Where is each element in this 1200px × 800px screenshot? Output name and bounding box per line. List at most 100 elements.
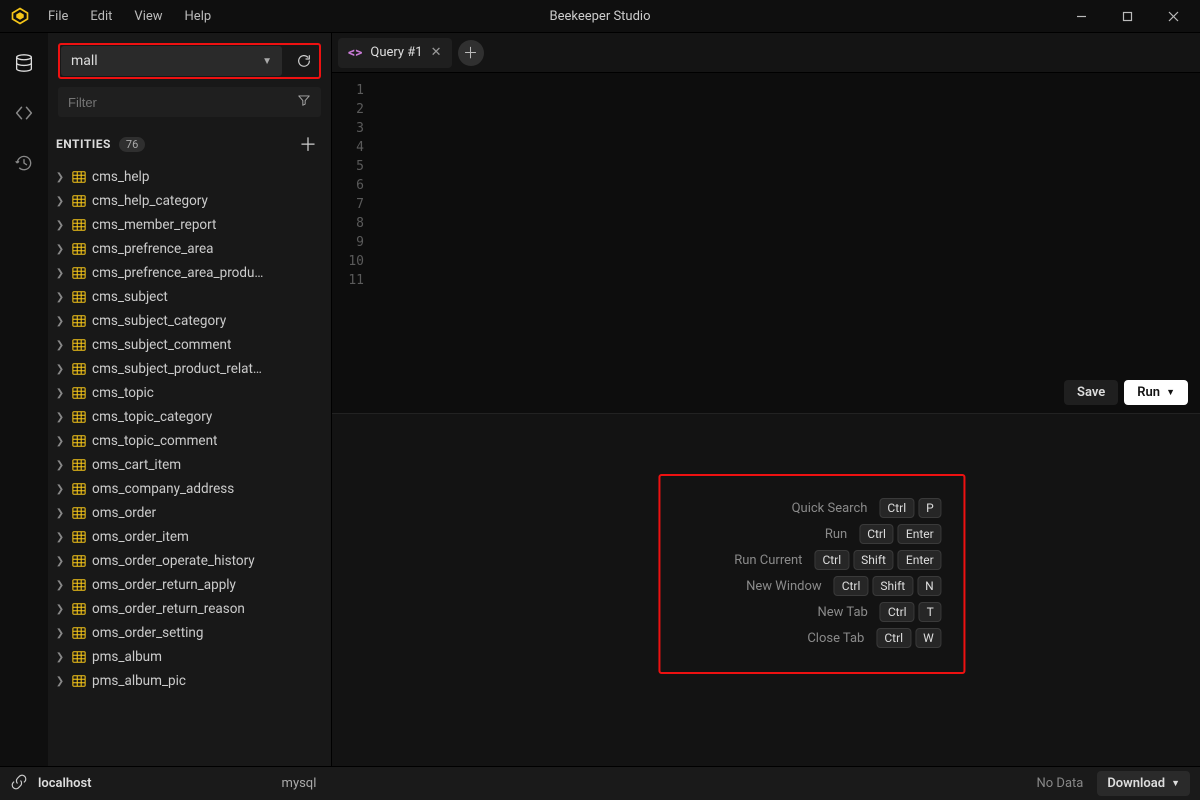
maximize-button[interactable] xyxy=(1104,0,1150,33)
entity-row[interactable]: ❯cms_topic_category xyxy=(48,405,331,429)
download-button[interactable]: Download ▼ xyxy=(1097,771,1190,796)
connection-icon xyxy=(10,773,28,795)
editor-body[interactable] xyxy=(372,73,1200,413)
chevron-right-icon: ❯ xyxy=(54,604,66,615)
filter-icon[interactable] xyxy=(297,93,311,111)
entity-label: cms_topic xyxy=(92,385,154,401)
sql-editor[interactable]: 1234567891011 Save Run ▼ xyxy=(332,73,1200,413)
entity-row[interactable]: ❯pms_album xyxy=(48,645,331,669)
new-tab-button[interactable]: ＋ xyxy=(458,40,484,66)
entity-label: oms_order_return_apply xyxy=(92,577,236,593)
add-entity-button[interactable]: ＋ xyxy=(299,131,317,157)
entity-label: cms_help xyxy=(92,169,149,185)
entity-row[interactable]: ❯oms_order_item xyxy=(48,525,331,549)
shortcut-keys: CtrlP xyxy=(879,498,941,518)
table-icon xyxy=(72,482,86,496)
save-button[interactable]: Save xyxy=(1064,380,1118,405)
entities-count: 76 xyxy=(119,137,145,152)
table-icon xyxy=(72,458,86,472)
chevron-right-icon: ❯ xyxy=(54,292,66,303)
table-icon xyxy=(72,218,86,232)
entity-row[interactable]: ❯oms_order_setting xyxy=(48,621,331,645)
key: N xyxy=(917,576,942,596)
menu-help[interactable]: Help xyxy=(175,5,222,28)
entity-row[interactable]: ❯cms_member_report xyxy=(48,213,331,237)
table-icon xyxy=(72,362,86,376)
minimize-button[interactable] xyxy=(1058,0,1104,33)
key: P xyxy=(918,498,942,518)
chevron-right-icon: ❯ xyxy=(54,460,66,471)
entity-row[interactable]: ❯ cms_help xyxy=(48,165,331,189)
activity-bar xyxy=(0,33,48,766)
app-logo xyxy=(8,4,32,28)
nav-queries-icon[interactable] xyxy=(10,99,38,127)
close-tab-icon[interactable]: ✕ xyxy=(431,45,442,60)
shortcut-name: New Window xyxy=(702,579,822,594)
shortcut-keys: CtrlEnter xyxy=(859,524,942,544)
entity-row[interactable]: ❯cms_topic xyxy=(48,381,331,405)
entity-label: oms_order_return_reason xyxy=(92,601,245,617)
table-icon xyxy=(72,578,86,592)
entity-row[interactable]: ❯cms_help_category xyxy=(48,189,331,213)
shortcut-row: Close TabCtrlW xyxy=(682,628,941,648)
shortcut-keys: CtrlShiftEnter xyxy=(814,550,941,570)
entities-header: ENTITIES 76 ＋ xyxy=(48,117,331,165)
entity-row[interactable]: ❯cms_subject_product_relat… xyxy=(48,357,331,381)
entity-row[interactable]: ❯cms_prefrence_area_produ… xyxy=(48,261,331,285)
nav-tables-icon[interactable] xyxy=(10,49,38,77)
entity-row[interactable]: ❯pms_album_pic xyxy=(48,669,331,693)
entity-label: pms_album_pic xyxy=(92,673,186,689)
close-button[interactable] xyxy=(1150,0,1196,33)
chevron-right-icon: ❯ xyxy=(54,652,66,663)
chevron-right-icon: ❯ xyxy=(54,628,66,639)
menu-view[interactable]: View xyxy=(124,5,172,28)
run-label: Run xyxy=(1137,385,1160,400)
chevron-right-icon: ❯ xyxy=(54,364,66,375)
entity-row[interactable]: ❯ oms_order_return_reason xyxy=(48,597,331,621)
entity-row[interactable]: ❯ cms_subject xyxy=(48,285,331,309)
database-select[interactable]: mall ▼ xyxy=(61,46,282,76)
chevron-right-icon: ❯ xyxy=(54,436,66,447)
key: Ctrl xyxy=(834,576,869,596)
entity-label: oms_order xyxy=(92,505,156,521)
menu-file[interactable]: File xyxy=(38,5,78,28)
key: Ctrl xyxy=(814,550,849,570)
entity-row[interactable]: ❯oms_company_address xyxy=(48,477,331,501)
entity-row[interactable]: ❯oms_cart_item xyxy=(48,453,331,477)
chevron-right-icon: ❯ xyxy=(54,484,66,495)
entity-row[interactable]: ❯oms_order xyxy=(48,501,331,525)
tab-query1[interactable]: <> Query #1 ✕ xyxy=(338,38,452,68)
table-icon xyxy=(72,602,86,616)
entity-row[interactable]: ❯oms_order_operate_history xyxy=(48,549,331,573)
table-icon xyxy=(72,338,86,352)
entity-row[interactable]: ❯cms_prefrence_area xyxy=(48,237,331,261)
chevron-right-icon: ❯ xyxy=(54,412,66,423)
entity-label: cms_help_category xyxy=(92,193,208,209)
status-host[interactable]: localhost xyxy=(38,776,92,791)
statusbar: localhost mysql No Data Download ▼ xyxy=(0,766,1200,800)
main-menu: File Edit View Help xyxy=(38,5,221,28)
entity-row[interactable]: ❯cms_topic_comment xyxy=(48,429,331,453)
run-button[interactable]: Run ▼ xyxy=(1124,380,1188,405)
chevron-right-icon: ❯ xyxy=(54,172,66,183)
filter-input[interactable] xyxy=(68,95,291,110)
entity-label: cms_member_report xyxy=(92,217,216,233)
chevron-right-icon: ❯ xyxy=(54,268,66,279)
entity-row[interactable]: ❯oms_order_return_apply xyxy=(48,573,331,597)
key: Ctrl xyxy=(879,498,914,518)
refresh-button[interactable] xyxy=(290,47,318,75)
entity-row[interactable]: ❯cms_subject_category xyxy=(48,309,331,333)
entity-list[interactable]: ❯cms_help❯cms_help_category❯cms_member_r… xyxy=(48,165,331,766)
chevron-right-icon: ❯ xyxy=(54,316,66,327)
table-icon xyxy=(72,170,86,184)
entity-row[interactable]: ❯cms_subject_comment xyxy=(48,333,331,357)
entity-label: cms_subject xyxy=(92,289,168,305)
table-icon xyxy=(72,194,86,208)
key: Ctrl xyxy=(880,602,915,622)
titlebar: File Edit View Help Beekeeper Studio xyxy=(0,0,1200,33)
shortcut-row: New WindowCtrlShiftN xyxy=(682,576,941,596)
table-icon xyxy=(72,506,86,520)
table-icon xyxy=(72,386,86,400)
menu-edit[interactable]: Edit xyxy=(80,5,122,28)
nav-history-icon[interactable] xyxy=(10,149,38,177)
